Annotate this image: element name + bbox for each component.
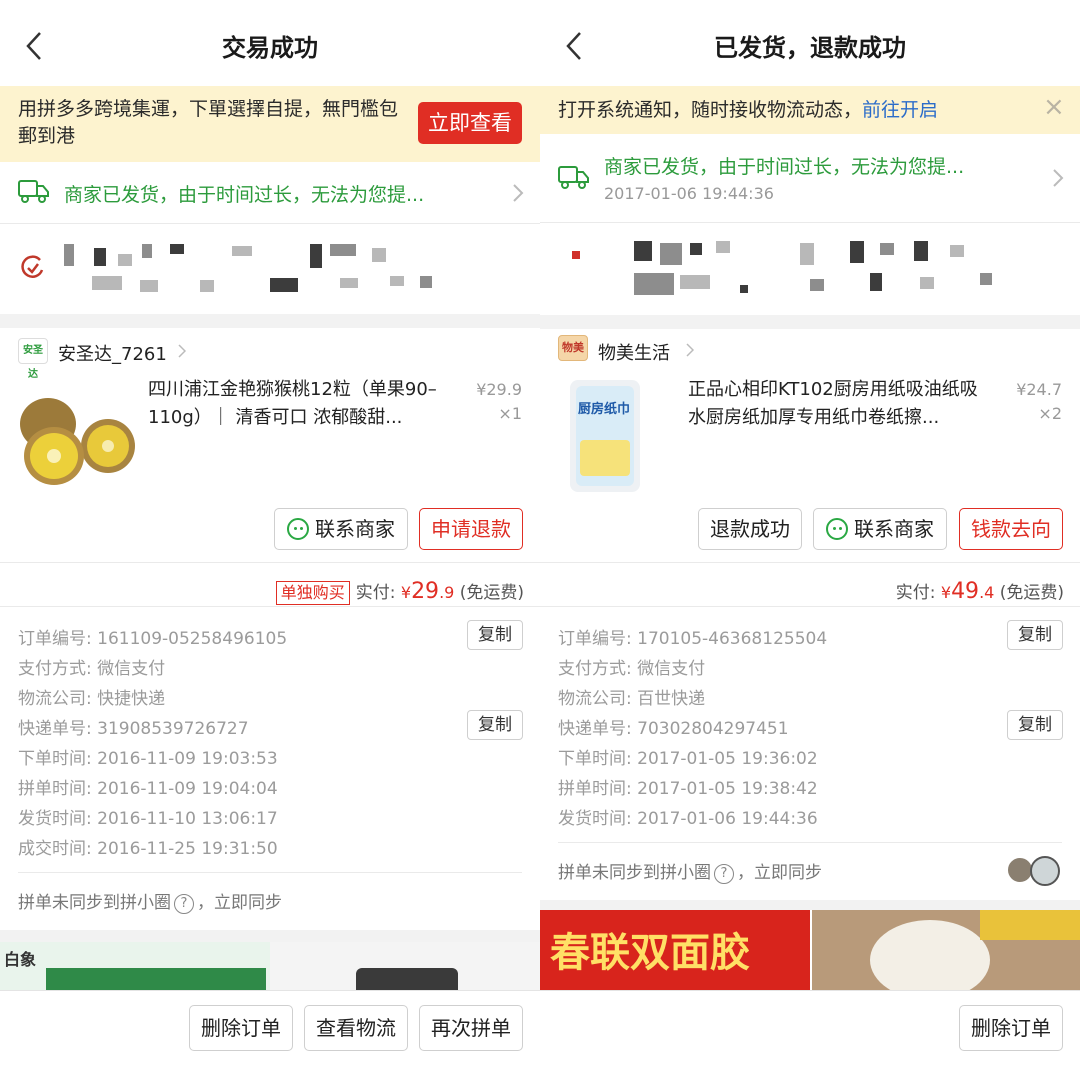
logistics-company: 物流公司: 快捷快递 [18, 689, 166, 709]
shipping-status-row[interactable]: 商家已发货，由于时间过长，无法为您提... 2017-01-06 19:44:3… [540, 134, 1080, 222]
shop-name: 物美生活 [598, 343, 670, 364]
unit-price: ¥24.7 [1016, 380, 1062, 399]
logistics-company: 物流公司: 百世快递 [558, 689, 706, 709]
shop-row[interactable]: 安圣达 安圣达_7261 [0, 328, 540, 380]
order-time: 下单时间: 2017-01-05 19:36:02 [558, 749, 818, 769]
payment-summary: 实付: ¥49.4 (免运费) [895, 579, 1064, 604]
order-number: 订单编号: 161109-05258496105 [18, 629, 288, 649]
delete-order-button[interactable]: 删除订单 [189, 1005, 293, 1051]
copy-tracking-number-button[interactable]: 复制 [467, 710, 523, 740]
nav-header: 已发货，退款成功 [540, 0, 1080, 86]
purchase-type-tag: 单独购买 [275, 581, 350, 605]
ad-headline: 春联双面胶 [550, 930, 750, 976]
order-info-list: 订单编号: 161109-05258496105 复制 支付方式: 微信支付 物… [0, 606, 540, 866]
right-order-screen: 已发货，退款成功 打开系统通知，随时接收物流动态，前往开启 × 商家已发货，由于… [540, 0, 1080, 1067]
notification-banner: 打开系统通知，随时接收物流动态，前往开启 × [540, 86, 1080, 134]
close-icon[interactable]: × [1043, 92, 1065, 122]
payment-method: 支付方式: 微信支付 [18, 659, 166, 679]
left-order-screen: 交易成功 用拼多多跨境集運，下單選擇自提，無門檻包郵到港 立即查看 商家已发货，… [0, 0, 540, 1067]
notification-text: 打开系统通知，随时接收物流动态，前往开启 [558, 99, 939, 121]
truck-icon [18, 180, 49, 203]
shipping-status-text: 商家已发货，由于时间过长，无法为您提... [64, 184, 425, 206]
payment-method: 支付方式: 微信支付 [558, 659, 706, 679]
quantity: ×1 [498, 404, 522, 423]
tracking-number: 快递单号: 70302804297451 [558, 719, 789, 739]
delete-order-button[interactable]: 删除订单 [959, 1005, 1063, 1051]
ship-time: 发货时间: 2016-11-10 13:06:17 [18, 809, 278, 829]
ship-time: 发货时间: 2017-01-06 19:44:36 [558, 809, 818, 829]
chevron-right-icon [1053, 169, 1064, 187]
refund-success-button[interactable]: 退款成功 [698, 508, 802, 550]
group-time: 拼单时间: 2017-01-05 19:38:42 [558, 779, 818, 799]
help-icon[interactable]: ? [174, 894, 194, 914]
shop-name: 安圣达_7261 [58, 344, 167, 365]
address-row[interactable] [540, 223, 1080, 315]
ad-brand-logo: 白象 [4, 950, 37, 969]
sync-group-row[interactable]: 拼单未同步到拼小圈? ，立即同步 [558, 858, 822, 884]
promo-banner: 用拼多多跨境集運，下單選擇自提，無門檻包郵到港 立即查看 [0, 86, 540, 162]
shipping-status-text: 商家已发货，由于时间过长，无法为您提... [604, 156, 965, 178]
shop-logo: 物美 [558, 335, 588, 361]
product-item[interactable]: 厨房纸巾 正品心相印KT102厨房用纸吸油纸吸水厨房纸加厚专用纸巾卷纸擦... … [540, 372, 1080, 502]
avatar [1030, 856, 1060, 886]
tracking-number: 快递单号: 31908539726727 [18, 719, 249, 739]
truck-icon [558, 166, 589, 189]
ad-banner[interactable]: 春联双面胶 [540, 910, 1080, 995]
help-icon[interactable]: ? [714, 864, 734, 884]
chat-icon [287, 518, 309, 540]
contact-seller-button[interactable]: 联系商家 [813, 508, 947, 550]
product-item[interactable]: 四川浦江金艳猕猴桃12粒（单果90–110g）｜ 清香可口 浓郁酸甜... ¥2… [0, 372, 540, 502]
unit-price: ¥29.9 [476, 380, 522, 399]
request-refund-button[interactable]: 申请退款 [419, 508, 523, 550]
regroup-button[interactable]: 再次拼单 [419, 1005, 523, 1051]
page-title: 已发货，退款成功 [714, 34, 906, 62]
view-now-button[interactable]: 立即查看 [418, 102, 522, 144]
product-title: 四川浦江金艳猕猴桃12粒（单果90–110g）｜ 清香可口 浓郁酸甜... [148, 379, 437, 428]
order-time: 下单时间: 2016-11-09 19:03:53 [18, 749, 278, 769]
copy-order-number-button[interactable]: 复制 [1007, 620, 1063, 650]
location-pin-icon [572, 251, 580, 259]
chevron-right-icon [178, 344, 186, 358]
view-logistics-button[interactable]: 查看物流 [304, 1005, 408, 1051]
enable-notification-link[interactable]: 前往开启 [862, 99, 938, 121]
money-flow-button[interactable]: 钱款去向 [959, 508, 1063, 550]
location-pin-icon [21, 255, 44, 278]
chevron-right-icon [513, 184, 524, 202]
bottom-action-bar: 删除订单 [540, 990, 1080, 1067]
page-title: 交易成功 [222, 34, 318, 62]
shipping-status-row[interactable]: 商家已发货，由于时间过长，无法为您提... [0, 162, 540, 224]
contact-seller-button[interactable]: 联系商家 [274, 508, 408, 550]
deal-time: 成交时间: 2016-11-25 19:31:50 [18, 839, 278, 859]
promo-text: 用拼多多跨境集運，下單選擇自提，無門檻包郵到港 [18, 98, 399, 147]
shipping-status-time: 2017-01-06 19:44:36 [604, 184, 774, 203]
chat-icon [826, 518, 848, 540]
payment-summary: 单独购买 实付: ¥29.9 (免运费) [100, 578, 524, 605]
quantity: ×2 [1038, 404, 1062, 423]
sync-group-row[interactable]: 拼单未同步到拼小圈? ，立即同步 [18, 888, 282, 914]
address-row[interactable] [0, 224, 540, 314]
order-info-list: 订单编号: 170105-46368125504 复制 支付方式: 微信支付 物… [540, 606, 1080, 836]
copy-tracking-number-button[interactable]: 复制 [1007, 710, 1063, 740]
paper-towel-product-image: 厨房纸巾 [570, 380, 640, 492]
bottom-action-bar: 删除订单 查看物流 再次拼单 [0, 990, 540, 1067]
chevron-right-icon [686, 343, 694, 357]
kiwi-product-image [20, 398, 135, 485]
paid-amount: 29 [411, 579, 440, 604]
shop-logo: 安圣达 [18, 338, 48, 380]
paid-amount: 49 [951, 579, 980, 604]
order-number: 订单编号: 170105-46368125504 [558, 629, 828, 649]
shop-row[interactable]: 物美 物美生活 [540, 329, 1080, 373]
product-title: 正品心相印KT102厨房用纸吸油纸吸水厨房纸加厚专用纸巾卷纸擦... [688, 379, 978, 428]
nav-header: 交易成功 [0, 0, 540, 86]
copy-order-number-button[interactable]: 复制 [467, 620, 523, 650]
group-time: 拼单时间: 2016-11-09 19:04:04 [18, 779, 278, 799]
